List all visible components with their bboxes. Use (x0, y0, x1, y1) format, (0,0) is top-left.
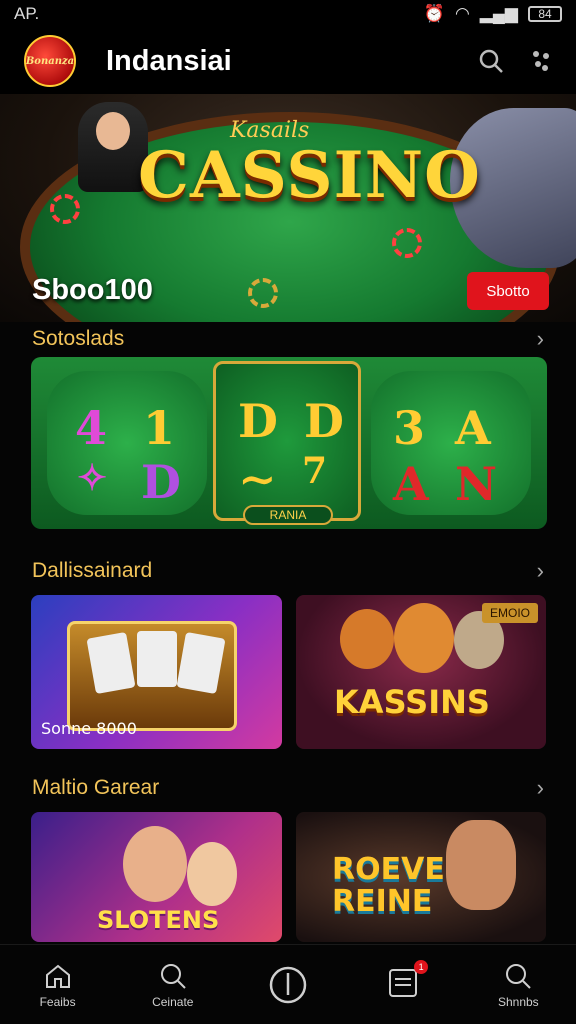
slot-symbol: ∼ (238, 452, 277, 506)
chip-icon (392, 228, 422, 258)
slot-machine-banner[interactable]: 4 1 ✧ D D D ∼ 7 RANIA 3 A A N (31, 357, 547, 529)
slot-symbol: A (455, 401, 491, 455)
fox-image (394, 603, 454, 673)
slot-symbol: 3 (393, 401, 426, 455)
game-card[interactable]: Sonne 8000 (31, 595, 282, 749)
home-icon (45, 964, 70, 988)
slot-symbol: N (455, 457, 498, 511)
character-image (187, 842, 237, 906)
slot-symbol: D (141, 455, 181, 509)
card-title: SLOTENS (97, 906, 220, 934)
status-left-text: AP. (14, 4, 40, 23)
search-icon[interactable] (478, 48, 504, 74)
alarm-icon: ⏰ (423, 4, 445, 23)
slot-symbol: 1 (143, 401, 176, 455)
slot-reel-left: 4 1 ✧ D (47, 371, 207, 515)
hero-action-button[interactable]: Sbotto (467, 272, 549, 310)
slot-symbol: 4 (75, 401, 108, 455)
chip-icon (248, 278, 278, 308)
app-title: Indansiai (106, 44, 232, 77)
nav-center[interactable] (238, 965, 338, 1005)
section-header-featured[interactable]: Dallissainard › (32, 558, 544, 584)
hero-amount: Sboo100 (32, 274, 153, 306)
nav-inbox[interactable]: 1 (353, 960, 453, 1003)
game-card[interactable]: SLOTENS (31, 812, 282, 942)
character-image (123, 826, 187, 902)
more-icon[interactable] (530, 48, 552, 74)
battery-icon: 84 (528, 6, 562, 22)
chevron-right-icon[interactable]: › (537, 326, 544, 352)
power-icon (269, 966, 307, 1003)
section-header-games[interactable]: Maltio Garear › (32, 775, 544, 801)
status-bar: AP. ⏰ ◠ ▂▄▆ 84 (0, 0, 576, 28)
slot-symbol: A (393, 457, 429, 511)
app-header: Bonanza Indansiai (0, 28, 576, 94)
card-title: ROEVE REINE (332, 852, 445, 919)
nav-label: Ceinate (152, 994, 194, 1009)
notification-badge: 1 (414, 960, 429, 974)
hero-title: CASSINO (138, 138, 481, 213)
reel-label: RANIA (243, 505, 333, 525)
nav-home[interactable]: Feaibs (8, 961, 108, 1009)
nav-explore[interactable]: Shnnbs (468, 961, 568, 1009)
slot-symbol: D (238, 394, 278, 448)
app-logo[interactable]: Bonanza (24, 35, 76, 87)
game-card[interactable]: ROEVE REINE (296, 812, 546, 942)
card-image (137, 631, 177, 687)
slot-reel-middle: D D ∼ 7 (213, 361, 361, 521)
chip-icon (50, 194, 80, 224)
card-caption: Sonne 8000 (41, 719, 137, 738)
game-card[interactable]: KASSINS EMOIO (296, 595, 546, 749)
section-title: Dallissainard (32, 559, 153, 582)
section-header-slots[interactable]: Sotoslads › (32, 326, 544, 352)
search-icon (506, 963, 532, 989)
chevron-right-icon[interactable]: › (537, 558, 544, 584)
chevron-right-icon[interactable]: › (537, 775, 544, 801)
card-title: KASSINS (334, 683, 490, 721)
wifi-icon: ◠ (454, 4, 470, 23)
section-title: Maltio Garear (32, 776, 160, 799)
card-tag: EMOIO (481, 603, 538, 623)
slot-reel-right: 3 A A N (371, 371, 531, 515)
nav-label: Feaibs (39, 994, 76, 1009)
slot-symbol: D (304, 394, 344, 448)
slot-symbol: 7 (302, 450, 328, 492)
nav-search[interactable]: Ceinate (123, 961, 223, 1009)
fox-image (340, 609, 394, 669)
nav-label: Shnnbs (497, 994, 539, 1009)
section-title: Sotoslads (32, 327, 125, 350)
signal-icon: ▂▄▆ (479, 4, 518, 23)
slot-symbol: ✧ (77, 457, 108, 499)
search-icon (160, 963, 186, 989)
bottom-navigation: Feaibs Ceinate 1 Shnnbs (0, 944, 576, 1024)
